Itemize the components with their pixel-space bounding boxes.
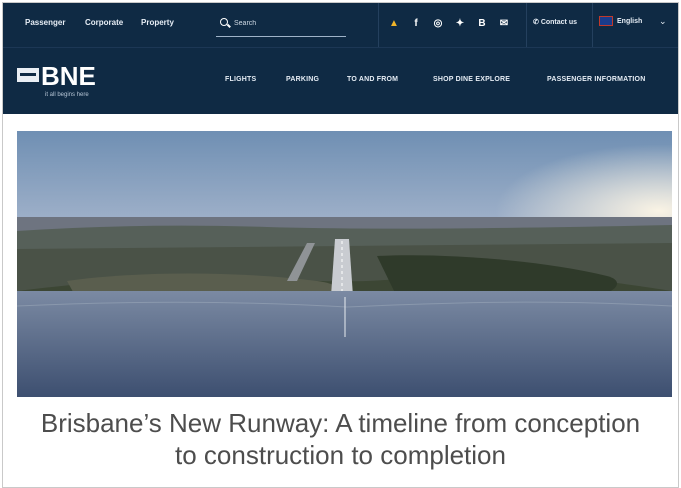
- twitter-icon[interactable]: ✦: [453, 17, 467, 31]
- blog-icon[interactable]: B: [475, 17, 489, 31]
- link-corporate[interactable]: Corporate: [85, 18, 123, 27]
- language-label: English: [617, 17, 643, 25]
- logo-text: BNE: [41, 61, 96, 91]
- phone-icon: ✆: [533, 19, 539, 26]
- alert-icon[interactable]: ▲: [387, 17, 401, 31]
- nav-to-and-from[interactable]: TO AND FROM: [347, 76, 398, 83]
- search-box[interactable]: [216, 10, 346, 37]
- search-input[interactable]: [232, 15, 346, 31]
- headline-line-1: Brisbane’s New Runway: A timeline from c…: [40, 408, 641, 438]
- social-icons: ▲ f ◎ ✦ B ✉: [378, 3, 527, 47]
- contact-label: Contact us: [540, 19, 577, 26]
- instagram-icon[interactable]: ◎: [431, 17, 445, 31]
- hero-image-runway: [17, 131, 672, 397]
- facebook-icon[interactable]: f: [409, 17, 423, 31]
- nav-passenger-information[interactable]: PASSENGER INFORMATION: [547, 76, 645, 83]
- mail-icon[interactable]: ✉: [497, 17, 511, 31]
- runway-aerial-photo: [17, 131, 672, 397]
- logo-tagline: it all begins here: [45, 92, 89, 98]
- site-logo[interactable]: BNE it all begins here: [17, 62, 127, 102]
- article-headline: Brisbane’s New Runway: A timeline from c…: [3, 407, 678, 471]
- link-passenger[interactable]: Passenger: [25, 18, 65, 27]
- contact-link[interactable]: ✆ Contact us: [533, 18, 577, 26]
- nav-flights[interactable]: FLIGHTS: [225, 76, 256, 83]
- search-icon: [220, 18, 228, 26]
- language-selector[interactable]: English: [599, 16, 642, 26]
- chevron-down-icon[interactable]: ⌄: [659, 16, 667, 27]
- headline-line-2: to construction to completion: [175, 440, 506, 470]
- utility-bar: Passenger Corporate Property ▲ f ◎ ✦ B ✉…: [3, 3, 678, 47]
- nav-parking[interactable]: PARKING: [286, 76, 319, 83]
- plane-icon: [17, 68, 39, 82]
- link-property[interactable]: Property: [141, 18, 174, 27]
- main-navbar: BNE it all begins here FLIGHTS PARKING T…: [3, 47, 678, 114]
- nav-shop-dine-explore[interactable]: SHOP DINE EXPLORE: [433, 76, 510, 83]
- flag-icon: [599, 16, 613, 26]
- browser-page: Passenger Corporate Property ▲ f ◎ ✦ B ✉…: [2, 2, 679, 488]
